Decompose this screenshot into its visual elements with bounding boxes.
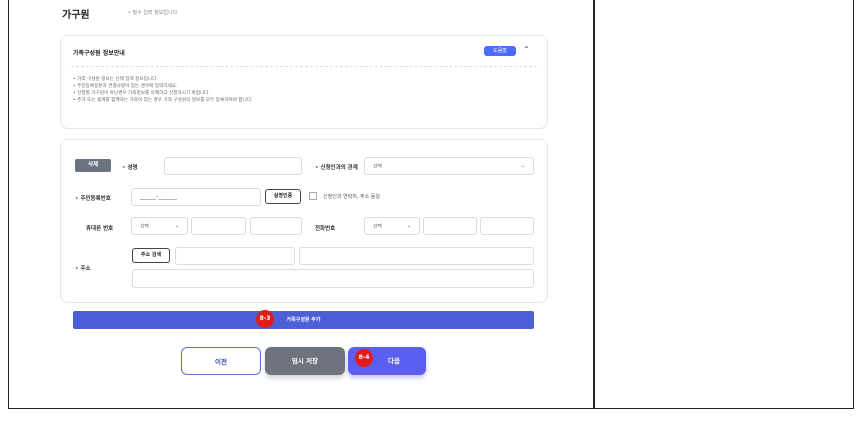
info-note: • 주민등록등본과 연결사항이 있는 경우에 입력하세요. bbox=[73, 84, 178, 89]
required-note: • 필수 입력 정보입니다. bbox=[128, 10, 179, 16]
name-input[interactable] bbox=[164, 157, 302, 175]
info-divider bbox=[71, 66, 537, 67]
info-note: • 신청할 가구원이 아닌경우 가족정보를 삭제하고 신청하시기 바랍니다. bbox=[73, 91, 210, 96]
step-badge-add: 8-3 bbox=[256, 310, 274, 328]
phone-middle-input[interactable] bbox=[423, 217, 477, 235]
next-button-label: 다음 bbox=[388, 357, 400, 365]
info-notes: • 가족 구성원 정보는 선택 입력 정보입니다. • 주민등록등본과 연결사항… bbox=[73, 76, 253, 104]
chevron-down-icon: ⌄ bbox=[174, 223, 179, 229]
phone-last-input[interactable] bbox=[480, 217, 534, 235]
delete-member-button[interactable]: 삭제 bbox=[75, 159, 111, 172]
relation-label-text: 신청인과의 관계 bbox=[320, 165, 358, 171]
add-family-member-label: 가족구성원 추가 bbox=[286, 317, 321, 323]
step-badge-next: 8-4 bbox=[355, 349, 373, 367]
phone-label: 전화번호 bbox=[315, 226, 336, 232]
same-as-applicant-checkbox[interactable] bbox=[309, 192, 317, 200]
verify-name-button[interactable]: 실명인증 bbox=[265, 189, 301, 204]
name-label: • 성명 bbox=[122, 165, 138, 171]
address-label-text: 주소 bbox=[80, 266, 91, 272]
ssn-label-text: 주민등록번호 bbox=[80, 196, 111, 202]
relation-select-value: 선택 bbox=[373, 164, 382, 170]
mobile-last-input[interactable] bbox=[250, 217, 302, 235]
add-family-member-button[interactable]: 가족구성원 추가 bbox=[73, 311, 534, 329]
ssn-input[interactable]: ______-_______ bbox=[131, 188, 261, 206]
info-panel-title: 가족구성원 정보안내 bbox=[73, 50, 125, 57]
address-search-button[interactable]: 주소 검색 bbox=[132, 248, 170, 263]
address-detail-input[interactable] bbox=[132, 269, 534, 288]
info-note: • 추가 또는 생계를 함께하는 가족이 있는 경우 가족 구성원의 정보를 모… bbox=[73, 98, 253, 103]
address-label: • 주소 bbox=[75, 266, 91, 272]
ssn-value: ______-_______ bbox=[140, 194, 178, 200]
ssn-label: • 주민등록번호 bbox=[75, 196, 111, 202]
name-label-text: 성명 bbox=[127, 165, 138, 171]
chevron-down-icon: ⌄ bbox=[406, 223, 411, 229]
address-main-input[interactable] bbox=[299, 247, 534, 265]
relation-select[interactable]: 선택 ⌄ bbox=[364, 157, 534, 175]
mobile-carrier-select[interactable]: 선택 ⌄ bbox=[131, 217, 188, 235]
info-note: • 가족 구성원 정보는 선택 입력 정보입니다. bbox=[73, 77, 158, 82]
family-member-form: 삭제 • 성명 • 신청인과의 관계 선택 ⌄ • 주민등록번호 ______-… bbox=[60, 139, 548, 303]
mobile-label: 휴대폰 번호 bbox=[86, 226, 114, 232]
mobile-select-value: 선택 bbox=[140, 224, 149, 230]
mobile-middle-input[interactable] bbox=[191, 217, 246, 235]
chevron-down-icon: ⌄ bbox=[520, 163, 525, 169]
phone-area-select[interactable]: 선택 ⌄ bbox=[364, 217, 420, 235]
phone-select-value: 선택 bbox=[373, 224, 382, 230]
section-title: 가구원 bbox=[62, 10, 90, 21]
chevron-up-icon[interactable]: ⌃ bbox=[523, 45, 530, 54]
temp-save-button[interactable]: 임시 저장 bbox=[265, 347, 345, 375]
prev-button[interactable]: 이전 bbox=[181, 347, 261, 375]
panel-divider bbox=[593, 0, 595, 409]
relation-label: • 신청인과의 관계 bbox=[315, 165, 358, 171]
family-info-panel: 가족구성원 정보안내 도움말 ⌃ • 가족 구성원 정보는 선택 입력 정보입니… bbox=[60, 35, 548, 129]
zipcode-input[interactable] bbox=[175, 247, 295, 265]
help-button[interactable]: 도움말 bbox=[484, 46, 516, 56]
same-as-applicant-label: 신청인과 연락처, 주소 동일 bbox=[323, 194, 380, 200]
